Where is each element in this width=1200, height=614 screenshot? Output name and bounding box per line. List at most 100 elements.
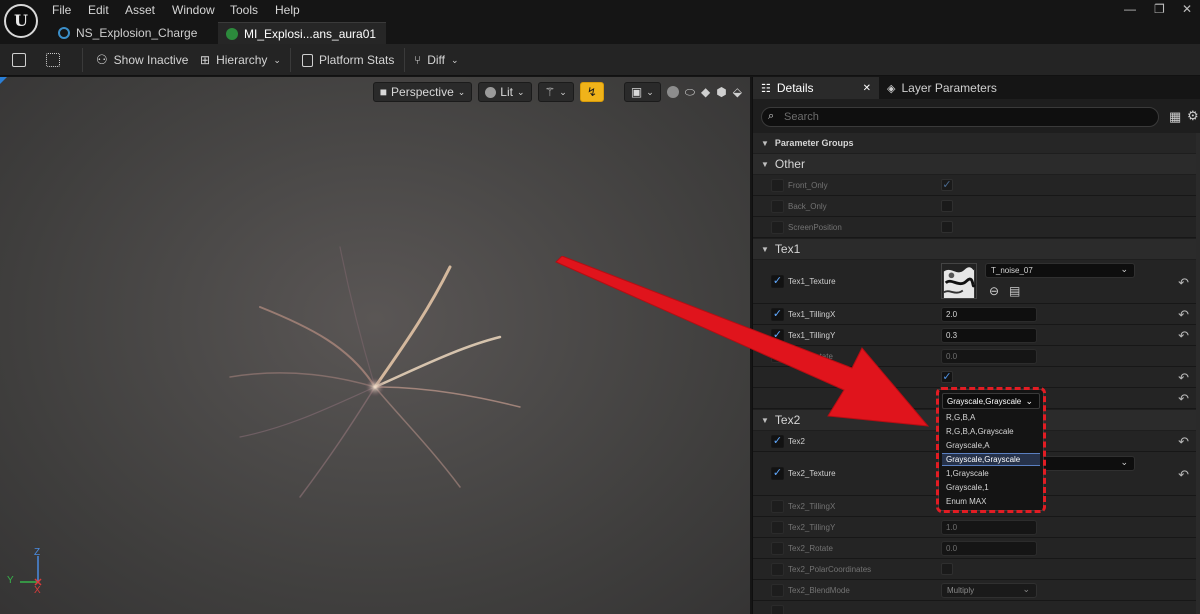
reset-to-default-icon[interactable]: ↶ (1178, 307, 1189, 323)
search-icon: ⌕ (768, 110, 775, 122)
dropdown-selected-value[interactable]: Grayscale,Grayscale ⌄ (942, 393, 1040, 409)
cylinder-preview-icon[interactable]: ⬭ (685, 85, 695, 100)
tab-mi-explosion-aura[interactable]: MI_Explosi...ans_aura01 (218, 22, 387, 44)
browse-asset-icon[interactable]: ▤ (1009, 284, 1020, 298)
settings-gear-icon[interactable]: ⚙ (1187, 108, 1199, 124)
param-name: Tex2_Texture (788, 469, 836, 478)
table-view-icon[interactable]: ▦ (1169, 109, 1181, 125)
dropdown-option[interactable]: 1,Grayscale (942, 467, 1040, 480)
lit-sphere-icon (485, 86, 497, 98)
lit-label: Lit (500, 85, 513, 99)
override-checkbox[interactable]: ✓ (771, 435, 784, 448)
menu-help[interactable]: Help (275, 3, 300, 17)
lit-mode-button[interactable]: Lit ⌄ (478, 82, 532, 102)
search-input[interactable] (761, 107, 1159, 127)
dropdown-option[interactable]: Grayscale,A (942, 439, 1040, 452)
close-icon[interactable]: ✕ (863, 83, 871, 94)
value-field[interactable]: 0.3 (941, 328, 1037, 343)
browse-button[interactable] (46, 50, 60, 70)
hierarchy-button[interactable]: ⊞ Hierarchy ⌄ (200, 50, 281, 70)
override-checkbox[interactable] (771, 200, 784, 213)
override-checkbox[interactable]: ✓ (771, 467, 784, 480)
dropdown-option[interactable]: R,G,B,A (942, 411, 1040, 424)
override-checkbox[interactable] (771, 179, 784, 192)
value-checkbox[interactable]: ✓ (941, 371, 953, 383)
unreal-logo-icon[interactable]: U (4, 4, 38, 38)
maximize-icon[interactable]: ❐ (1154, 2, 1165, 16)
reset-to-default-icon[interactable]: ↶ (1178, 328, 1189, 344)
value-checkbox[interactable] (941, 200, 953, 212)
value-field[interactable]: 1.0 (941, 520, 1037, 535)
show-inactive-button[interactable]: ⚇ Show Inactive (96, 50, 188, 70)
sphere-preview-icon[interactable] (666, 86, 679, 98)
use-selected-asset-icon[interactable]: ⊖ (989, 284, 999, 298)
minimize-icon[interactable]: — (1124, 2, 1136, 16)
dropdown-option[interactable]: Grayscale,1 (942, 481, 1040, 494)
param-name: Tex1_Rotate (788, 352, 833, 361)
value-field[interactable]: 2.0 (941, 307, 1037, 322)
reset-to-default-icon[interactable]: ↶ (1178, 370, 1189, 386)
material-preview-viewport[interactable]: ■ Perspective ⌄ Lit ⌄ ⚚ ⌄ ↯ ▣ ⌄ ⬭ ◆ ⬢ ⬙ (0, 77, 750, 614)
override-checkbox[interactable]: ✓ (771, 275, 784, 288)
reset-to-default-icon[interactable]: ↶ (1178, 391, 1189, 407)
blendmode-dropdown[interactable]: Multiply ⌄ (941, 583, 1037, 598)
chevron-down-icon: ⌄ (516, 86, 525, 97)
group-other-header[interactable]: ▼ Other (753, 154, 1200, 174)
texture-thumbnail[interactable] (941, 263, 977, 299)
diff-label: Diff (427, 53, 445, 67)
override-checkbox[interactable]: ✓ (771, 329, 784, 342)
value-checkbox[interactable] (941, 221, 953, 233)
realtime-toggle-button[interactable]: ↯ (579, 82, 604, 102)
override-checkbox[interactable] (771, 221, 784, 234)
override-checkbox[interactable] (771, 542, 784, 555)
dropdown-option[interactable]: R,G,B,A,Grayscale (942, 425, 1040, 438)
menu-asset[interactable]: Asset (125, 3, 155, 17)
texture-asset-dropdown[interactable]: T_noise_07 ⌄ (985, 263, 1135, 278)
tab-layer-parameters[interactable]: ◈ Layer Parameters (879, 77, 1005, 99)
preview-mesh-button[interactable]: ▣ ⌄ (623, 82, 661, 102)
diff-button[interactable]: ⑂ Diff ⌄ (414, 50, 459, 70)
reset-to-default-icon[interactable]: ↶ (1178, 275, 1189, 291)
texture-asset-value: T_noise_07 (991, 266, 1033, 275)
param-name: Tex2_TillingY (788, 523, 836, 532)
override-checkbox[interactable] (771, 350, 784, 363)
menu-edit[interactable]: Edit (88, 3, 109, 17)
override-checkbox[interactable] (771, 605, 784, 614)
image-icon: ▣ (630, 85, 643, 99)
param-name: Tex2_PolarCoordinates (788, 565, 872, 574)
reset-to-default-icon[interactable]: ↶ (1178, 467, 1189, 483)
dropdown-option[interactable]: Enum MAX (942, 495, 1040, 508)
plane-preview-icon[interactable]: ◆ (701, 85, 710, 99)
chevron-down-icon: ⌄ (646, 86, 654, 97)
override-checkbox[interactable] (771, 500, 784, 513)
override-checkbox[interactable]: ✓ (771, 308, 784, 321)
menu-file[interactable]: File (52, 3, 71, 17)
cube-preview-icon[interactable]: ⬢ (716, 85, 726, 99)
save-button[interactable] (12, 50, 26, 70)
group-tex1-header[interactable]: ▼ Tex1 (753, 239, 1200, 259)
perspective-button[interactable]: ■ Perspective ⌄ (372, 82, 473, 102)
teapot-preview-icon[interactable]: ⬙ (733, 85, 742, 99)
value-field[interactable]: 0.0 (941, 541, 1037, 556)
close-window-icon[interactable]: ✕ (1182, 2, 1192, 16)
override-checkbox[interactable] (771, 563, 784, 576)
param-name: Tex1_TillingX (788, 310, 836, 319)
menu-tools[interactable]: Tools (230, 3, 258, 17)
group-tex2-label: Tex2 (774, 413, 801, 427)
override-checkbox[interactable] (771, 584, 784, 597)
value-checkbox[interactable] (941, 563, 953, 575)
value-checkbox[interactable]: ✓ (941, 179, 953, 191)
menu-window[interactable]: Window (172, 3, 215, 17)
override-checkbox[interactable] (771, 521, 784, 534)
param-row-tex1-tillingy: ✓ Tex1_TillingY 0.3 ↶ (753, 325, 1200, 346)
show-flags-button[interactable]: ⚚ ⌄ (537, 82, 574, 102)
platform-stats-button[interactable]: Platform Stats (302, 50, 394, 70)
dropdown-option-selected[interactable]: Grayscale,Grayscale (942, 453, 1040, 466)
parameter-groups-header[interactable]: ▼ Parameter Groups (753, 133, 1200, 153)
tab-ns-explosion-charge[interactable]: NS_Explosion_Charge (50, 22, 207, 44)
reset-to-default-icon[interactable]: ↶ (1178, 434, 1189, 450)
axis-y-label: Y (7, 575, 14, 586)
tab-details[interactable]: ☷ Details ✕ (753, 77, 879, 99)
panel-scrollbar[interactable] (1196, 133, 1200, 614)
value-field[interactable]: 0.0 (941, 349, 1037, 364)
